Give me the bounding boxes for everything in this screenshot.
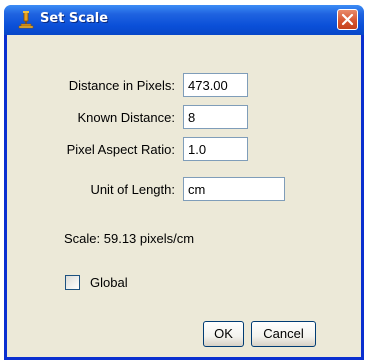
known-distance-label: Known Distance: <box>77 110 175 125</box>
global-checkbox[interactable] <box>65 275 80 290</box>
pixel-aspect-ratio-label: Pixel Aspect Ratio: <box>66 142 175 157</box>
unit-of-length-field[interactable] <box>183 177 285 201</box>
dialog-content: Distance in Pixels: Known Distance: Pixe… <box>7 35 361 357</box>
unit-of-length-label: Unit of Length: <box>90 182 175 197</box>
known-distance-field[interactable] <box>183 105 248 129</box>
close-button[interactable] <box>337 9 358 30</box>
scale-readout: Scale: 59.13 pixels/cm <box>64 231 195 246</box>
distance-in-pixels-label: Distance in Pixels: <box>68 78 175 93</box>
distance-in-pixels-field[interactable] <box>183 73 248 97</box>
set-scale-dialog: Set Scale Distance in Pixels: Known Dist… <box>4 5 364 360</box>
microscope-icon <box>18 11 34 29</box>
close-icon <box>341 13 354 26</box>
title-bar[interactable]: Set Scale <box>4 5 364 35</box>
window-title: Set Scale <box>40 11 109 26</box>
global-checkbox-label[interactable]: Global <box>90 275 128 290</box>
ok-button[interactable]: OK <box>203 321 244 347</box>
cancel-button[interactable]: Cancel <box>251 321 316 347</box>
pixel-aspect-ratio-field[interactable] <box>183 137 248 161</box>
